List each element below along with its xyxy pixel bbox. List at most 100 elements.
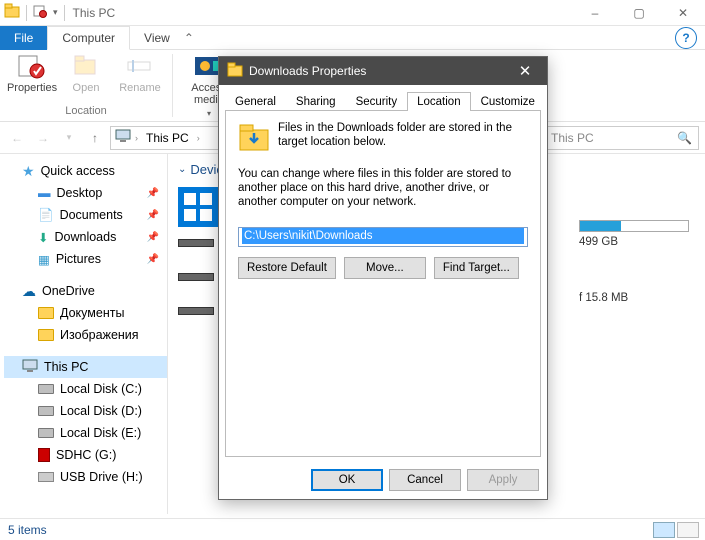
maximize-button[interactable]: ▢ bbox=[617, 0, 661, 26]
explorer-icon bbox=[4, 3, 20, 22]
window-title: This PC bbox=[73, 6, 116, 20]
chevron-right-icon[interactable]: › bbox=[135, 133, 138, 143]
search-placeholder: This PC bbox=[551, 131, 594, 145]
sidebar-onedrive-images[interactable]: Изображения bbox=[4, 324, 167, 346]
properties-dialog: Downloads Properties ✕ General Sharing S… bbox=[218, 56, 548, 500]
recent-button[interactable]: ▾ bbox=[58, 127, 80, 149]
capacity-text: f 15.8 MB bbox=[579, 292, 701, 304]
dialog-footer: OK Cancel Apply bbox=[219, 463, 547, 499]
sidebar-drive-g[interactable]: SDHC (G:) bbox=[4, 444, 167, 466]
apply-button[interactable]: Apply bbox=[467, 469, 539, 491]
tab-location[interactable]: Location bbox=[407, 92, 470, 111]
restore-default-button[interactable]: Restore Default bbox=[238, 257, 336, 279]
forward-button[interactable]: → bbox=[32, 127, 54, 149]
tab-customize[interactable]: Customize bbox=[471, 92, 545, 111]
help-button[interactable]: ? bbox=[675, 27, 697, 49]
open-button[interactable]: Open bbox=[62, 52, 110, 94]
titlebar: ▾ This PC – ▢ ✕ bbox=[0, 0, 705, 26]
folder-icon bbox=[227, 62, 243, 81]
pictures-icon: ▦ bbox=[38, 252, 50, 267]
sidebar-thispc[interactable]: This PC bbox=[4, 356, 167, 378]
back-button[interactable]: ← bbox=[6, 127, 28, 149]
cancel-button[interactable]: Cancel bbox=[389, 469, 461, 491]
location-path-field[interactable] bbox=[238, 227, 528, 247]
tab-security[interactable]: Security bbox=[346, 92, 408, 111]
folder-icon bbox=[38, 307, 54, 319]
dialog-text-2: You can change where files in this folde… bbox=[238, 167, 528, 209]
find-target-button[interactable]: Find Target... bbox=[434, 257, 519, 279]
ok-button[interactable]: OK bbox=[311, 469, 383, 491]
dialog-titlebar[interactable]: Downloads Properties ✕ bbox=[219, 57, 547, 85]
dialog-tabs: General Sharing Security Location Custom… bbox=[219, 85, 547, 110]
dialog-body: Files in the Downloads folder are stored… bbox=[225, 110, 541, 457]
sidebar-drive-e[interactable]: Local Disk (E:) bbox=[4, 422, 167, 444]
usb-icon bbox=[38, 472, 54, 482]
move-button[interactable]: Move... bbox=[344, 257, 426, 279]
drive-icon bbox=[38, 406, 54, 416]
tab-computer[interactable]: Computer bbox=[47, 26, 130, 50]
qat-dropdown-icon[interactable]: ▾ bbox=[53, 7, 58, 18]
tab-general[interactable]: General bbox=[225, 92, 286, 111]
item-count: 5 items bbox=[8, 523, 47, 537]
drive-item[interactable] bbox=[178, 239, 214, 247]
capacity-bar bbox=[579, 220, 689, 232]
qat-properties-icon[interactable] bbox=[33, 4, 47, 21]
pc-icon bbox=[115, 129, 131, 146]
view-details-button[interactable] bbox=[653, 522, 675, 538]
dialog-close-button[interactable]: ✕ bbox=[511, 57, 539, 85]
status-bar: 5 items bbox=[0, 518, 705, 540]
sidebar-documents[interactable]: 📄Documents📌 bbox=[4, 204, 167, 226]
sidebar-drive-c[interactable]: Local Disk (C:) bbox=[4, 378, 167, 400]
location-path-input[interactable] bbox=[242, 228, 524, 244]
tab-view[interactable]: View bbox=[130, 26, 184, 50]
close-button[interactable]: ✕ bbox=[661, 0, 705, 26]
search-box[interactable]: This PC 🔍 bbox=[544, 126, 699, 150]
file-tab[interactable]: File bbox=[0, 26, 47, 50]
ribbon-tabs: File Computer View ⌃ ? bbox=[0, 26, 705, 50]
pin-icon: 📌 bbox=[147, 210, 159, 221]
chevron-right-icon[interactable]: › bbox=[197, 133, 200, 143]
desktop-icon: ▬ bbox=[38, 186, 51, 200]
pin-icon: 📌 bbox=[147, 232, 159, 243]
sidebar-pictures[interactable]: ▦Pictures📌 bbox=[4, 248, 167, 270]
star-icon: ★ bbox=[22, 163, 35, 180]
sidebar-drive-d[interactable]: Local Disk (D:) bbox=[4, 400, 167, 422]
quick-access-header[interactable]: ★Quick access bbox=[4, 160, 167, 182]
view-large-button[interactable] bbox=[677, 522, 699, 538]
quick-access-toolbar: ▾ bbox=[4, 3, 65, 22]
up-button[interactable]: ↑ bbox=[84, 127, 106, 149]
capacity-text: 499 GB bbox=[579, 236, 701, 248]
sd-card-icon bbox=[38, 448, 50, 462]
dialog-text-1: Files in the Downloads folder are stored… bbox=[278, 121, 528, 153]
drive-icon bbox=[38, 428, 54, 438]
pin-icon: 📌 bbox=[147, 254, 159, 265]
minimize-button[interactable]: – bbox=[573, 0, 617, 26]
pc-icon bbox=[22, 359, 38, 376]
ribbon-collapse-icon[interactable]: ⌃ bbox=[184, 31, 194, 45]
sidebar-downloads[interactable]: ⬇Downloads📌 bbox=[4, 226, 167, 248]
sidebar-onedrive-docs[interactable]: Документы bbox=[4, 302, 167, 324]
chevron-down-icon: ⌄ bbox=[178, 164, 186, 175]
sidebar-desktop[interactable]: ▬Desktop📌 bbox=[4, 182, 167, 204]
properties-button[interactable]: Properties bbox=[8, 52, 56, 94]
folder-icon bbox=[38, 329, 54, 341]
drive-tile[interactable] bbox=[178, 187, 218, 227]
downloads-folder-icon bbox=[238, 121, 270, 153]
drive-item[interactable] bbox=[178, 307, 214, 315]
drive-icon bbox=[38, 384, 54, 394]
sidebar-drive-h[interactable]: USB Drive (H:) bbox=[4, 466, 167, 488]
cloud-icon: ☁ bbox=[22, 283, 36, 300]
breadcrumb-thispc[interactable]: This PC bbox=[142, 131, 193, 145]
rename-button[interactable]: Rename bbox=[116, 52, 164, 94]
tab-sharing[interactable]: Sharing bbox=[286, 92, 346, 111]
downloads-icon: ⬇ bbox=[38, 230, 48, 245]
search-icon: 🔍 bbox=[677, 131, 692, 145]
ribbon-group-location: Location bbox=[65, 105, 107, 119]
pin-icon: 📌 bbox=[147, 188, 159, 199]
drive-item[interactable] bbox=[178, 273, 214, 281]
nav-pane: ★Quick access ▬Desktop📌 📄Documents📌 ⬇Dow… bbox=[0, 154, 168, 514]
drive-info: 499 GB f 15.8 MB bbox=[575, 154, 705, 514]
documents-icon: 📄 bbox=[38, 208, 54, 223]
onedrive-header[interactable]: ☁OneDrive bbox=[4, 280, 167, 302]
dialog-title: Downloads Properties bbox=[249, 64, 366, 78]
